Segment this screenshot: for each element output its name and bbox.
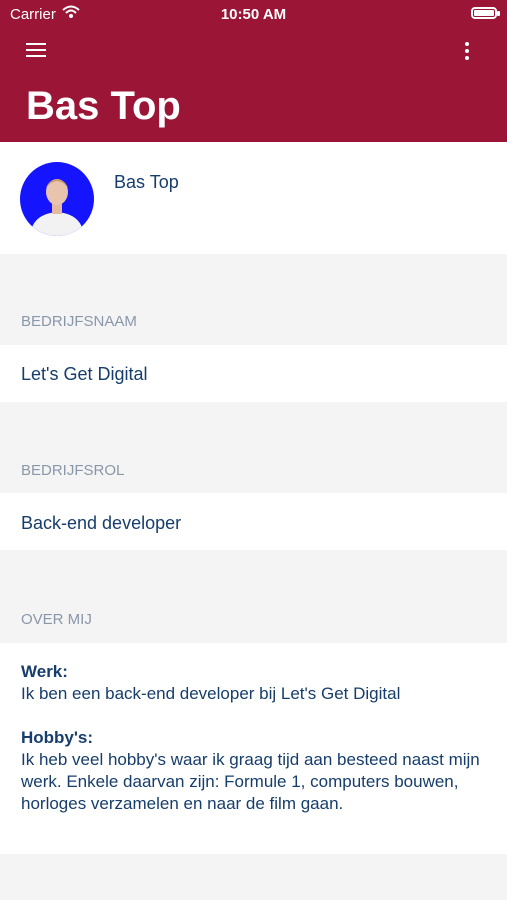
work-text: Ik ben een back-end developer bij Let's … bbox=[21, 684, 401, 703]
work-heading: Werk: bbox=[21, 662, 68, 681]
profile-card: Bas Top bbox=[0, 142, 507, 254]
person-avatar-icon bbox=[30, 179, 84, 236]
app-header: Carrier 10:50 AM Bas Top bbox=[0, 0, 507, 142]
status-time: 10:50 AM bbox=[220, 6, 287, 23]
more-vertical-icon[interactable] bbox=[460, 42, 474, 62]
hobby-heading: Hobby's: bbox=[21, 728, 94, 747]
company-value: Let's Get Digital bbox=[21, 364, 148, 384]
section-label-about: OVER MIJ bbox=[21, 611, 92, 628]
status-bar: Carrier 10:50 AM bbox=[0, 0, 507, 28]
page-title: Bas Top bbox=[26, 84, 181, 128]
avatar bbox=[20, 162, 94, 236]
hamburger-menu-icon[interactable] bbox=[26, 43, 48, 61]
role-field: Back-end developer bbox=[0, 493, 507, 550]
profile-name: Bas Top bbox=[114, 172, 179, 192]
role-value: Back-end developer bbox=[21, 513, 182, 533]
hobby-text: Ik heb veel hobby's waar ik graag tijd a… bbox=[21, 750, 480, 813]
about-card: Werk: Ik ben een back-end developer bij … bbox=[0, 643, 507, 854]
battery-icon bbox=[471, 7, 500, 19]
company-field: Let's Get Digital bbox=[0, 345, 507, 402]
section-label-company: BEDRIJFSNAAM bbox=[21, 313, 137, 330]
section-label-role: BEDRIJFSROL bbox=[21, 462, 125, 479]
